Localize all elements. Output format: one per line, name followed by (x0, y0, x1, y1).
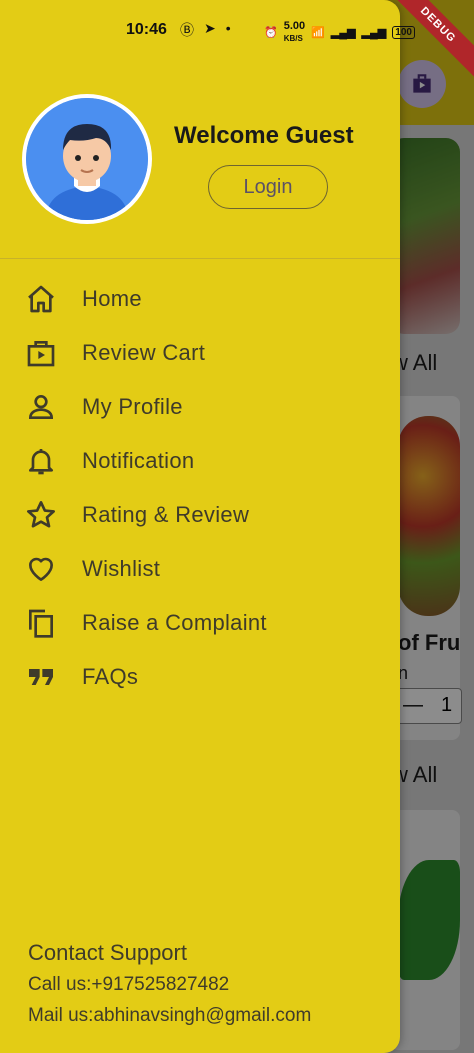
dot-icon: • (225, 20, 231, 36)
battery-icon: 100 (392, 25, 415, 39)
copy-icon (24, 606, 58, 640)
drawer-menu: Home Review Cart My Profile Notification… (0, 272, 400, 704)
status-notification-icons: Ⓑ ➤ • (180, 20, 231, 40)
contact-email[interactable]: Mail us:abhinavsingh@gmail.com (28, 1005, 311, 1027)
contact-support-section: Contact Support Call us:+917525827482 Ma… (28, 940, 311, 1036)
menu-label-faqs: FAQs (82, 664, 139, 689)
menu-item-home[interactable]: Home (0, 272, 400, 326)
menu-label-home: Home (82, 286, 142, 311)
wifi-icon: 📶 (311, 26, 325, 39)
signal-icon-2: ▂▄▆ (361, 26, 387, 39)
user-avatar-icon (26, 98, 148, 220)
signal-icon: ▂▄▆ (330, 26, 356, 39)
menu-item-rating-review[interactable]: Rating & Review (0, 488, 400, 542)
status-system-icons: ⏰ 5.00 KB/S 📶 ▂▄▆ ▂▄▆ 100 (264, 20, 415, 44)
telegram-icon: ➤ (204, 20, 216, 36)
star-icon (24, 498, 58, 532)
menu-item-raise-complaint[interactable]: Raise a Complaint (0, 596, 400, 650)
login-button[interactable]: Login (208, 165, 328, 209)
menu-item-notification[interactable]: Notification (0, 434, 400, 488)
welcome-title: Welcome Guest (174, 122, 354, 149)
heart-icon (24, 552, 58, 586)
cart-icon (24, 336, 58, 370)
net-speed-unit: KB/S (283, 34, 303, 43)
person-icon (24, 390, 58, 424)
menu-item-wishlist[interactable]: Wishlist (0, 542, 400, 596)
status-bar: 10:46 Ⓑ ➤ • ⏰ 5.00 KB/S 📶 ▂▄▆ ▂▄▆ 100 (0, 0, 474, 62)
status-time: 10:46 (126, 21, 167, 38)
bell-icon (24, 444, 58, 478)
net-speed-value: 5.00 (283, 20, 306, 32)
menu-item-review-cart[interactable]: Review Cart (0, 326, 400, 380)
alarm-icon: ⏰ (264, 26, 278, 39)
avatar-image (26, 98, 148, 220)
app-notification-icon: Ⓑ (180, 22, 194, 38)
menu-label-my-profile: My Profile (82, 394, 183, 419)
menu-item-my-profile[interactable]: My Profile (0, 380, 400, 434)
menu-label-review-cart: Review Cart (82, 340, 206, 365)
net-speed: 5.00 KB/S (284, 20, 305, 44)
quote-icon (24, 660, 58, 694)
menu-label-wishlist: Wishlist (82, 556, 161, 581)
menu-item-faqs[interactable]: FAQs (0, 650, 400, 704)
menu-label-raise-complaint: Raise a Complaint (82, 610, 267, 635)
menu-label-rating-review: Rating & Review (82, 502, 250, 527)
menu-label-notification: Notification (82, 448, 195, 473)
navigation-drawer: Welcome Guest Login Home Review Cart My … (0, 0, 400, 1053)
contact-phone[interactable]: Call us:+917525827482 (28, 974, 311, 996)
contact-support-title: Contact Support (28, 940, 187, 965)
home-icon (24, 282, 58, 316)
avatar[interactable] (22, 94, 152, 224)
drawer-divider (0, 258, 400, 259)
